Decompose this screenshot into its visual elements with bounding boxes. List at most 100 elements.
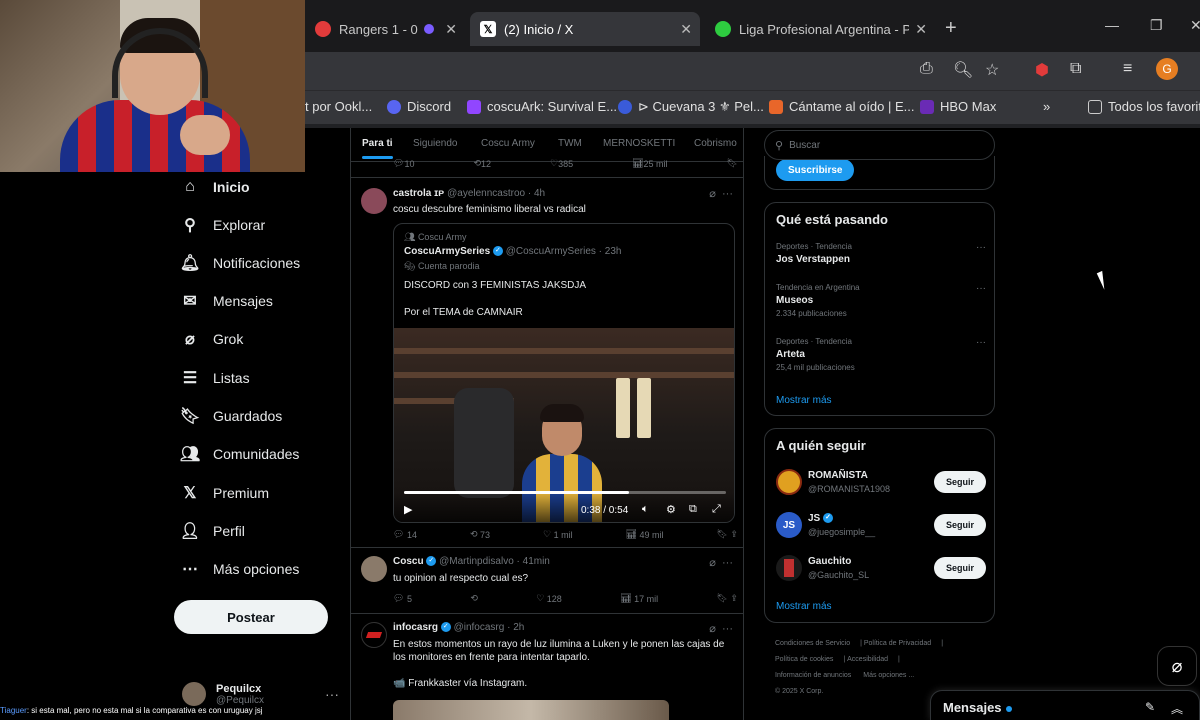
bookmark-coscuark[interactable]: coscuArk: Survival E... [467, 99, 617, 114]
retweet-icon: ⟲ 12 [473, 158, 491, 169]
bookmark-cantame[interactable]: Cántame al oído | E... [769, 99, 915, 114]
avatar[interactable] [361, 556, 387, 582]
nav-notificaciones[interactable]: 🔔︎ Notificaciones [180, 253, 300, 273]
follow-button[interactable]: Seguir [934, 471, 986, 493]
extensions-icon[interactable]: ⧉ [1070, 60, 1081, 78]
tab-para-ti[interactable]: Para ti [362, 138, 393, 159]
profile-avatar[interactable]: G [1156, 58, 1178, 80]
like-icon[interactable]: ♡ 128 [536, 593, 562, 604]
nav-listas[interactable]: ☰ Listas [180, 368, 250, 388]
nav-perfil[interactable]: 👤︎ Perfil [180, 521, 245, 541]
trend-item[interactable]: Deportes · Tendencia Arteta 25,4 mil pub… [776, 337, 986, 372]
nav-mensajes[interactable]: ✉ Mensajes [180, 291, 273, 311]
right-sidebar: Suscribirse ⚲ Buscar Qué está pasando De… [764, 128, 996, 720]
nav-mas-opciones[interactable]: ⋯ Más opciones [180, 559, 299, 579]
nav-guardados[interactable]: 🔖︎ Guardados [180, 406, 282, 426]
like-icon[interactable]: ♡ 1 mil [543, 529, 573, 540]
views-icon[interactable]: 📊︎ 49 mil [626, 529, 664, 540]
browser-tab-liga[interactable]: Liga Profesional Argentina - PO ✕ [705, 12, 935, 46]
tweet-previous[interactable]: 💬︎ 10 ⟲ 12 ♡ 385 📊︎ 25 mil 🔖︎ [351, 158, 743, 178]
bookmark-discord[interactable]: Discord [387, 99, 451, 114]
follow-suggestion[interactable]: Gauchito @Gauchito_SL Seguir [776, 555, 986, 585]
minimize-icon[interactable]: — [1105, 17, 1119, 33]
reply-icon[interactable]: 💬︎ 5 [393, 593, 412, 604]
bookmark-cuevana[interactable]: ⊳ Cuevana 3 ⚜ Pel... [618, 99, 764, 115]
tweet[interactable]: infocasrg ✓ @infocasrg · 2h ⌀ ··· En est… [351, 614, 743, 720]
follow-button[interactable]: Seguir [934, 557, 986, 579]
retweet-icon[interactable]: ⟲ [470, 593, 478, 604]
star-icon[interactable]: ☆ [985, 60, 999, 80]
show-more-link[interactable]: Mostrar más [776, 395, 832, 406]
reply-icon[interactable]: 💬︎ 14 [393, 529, 417, 540]
follow-button[interactable]: Seguir [934, 514, 986, 536]
list-icon: ☰ [182, 370, 198, 387]
grok-and-more-icons[interactable]: ⌀ ··· [709, 187, 733, 200]
profile-icon: 👤︎ [179, 523, 201, 540]
quoted-tweet[interactable]: 👥︎ Coscu Army CoscuArmySeries ✓ @CoscuAr… [393, 223, 735, 523]
bookmark-icon: 🔖︎ [726, 158, 738, 168]
grok-and-more-icons[interactable]: ⌀ ··· [709, 556, 733, 569]
tweet-media[interactable] [393, 700, 669, 720]
retweet-icon[interactable]: ⟲ 73 [470, 529, 490, 540]
settings-icon[interactable]: ⚙ [666, 503, 676, 516]
install-app-icon[interactable]: ⎙ [920, 60, 933, 78]
tab-mernosketti[interactable]: MERNOSKETTI [603, 138, 675, 149]
grok-floating-button[interactable]: ⌀ [1157, 646, 1197, 686]
nav-premium[interactable]: 𝕏 Premium [180, 483, 269, 503]
video-progress-bar[interactable] [404, 491, 726, 494]
browser-tab-rangers[interactable]: Rangers 1 - 0 ✕ [305, 12, 465, 46]
close-icon[interactable]: ✕ [915, 21, 927, 38]
account-switcher[interactable]: Pequilcx @Pequilcx [182, 682, 264, 706]
trend-item[interactable]: Deportes · Tendencia Jos Verstappen ··· [776, 242, 986, 265]
mouse-cursor [1096, 268, 1116, 290]
tab-cobrismo[interactable]: Cobrismo [694, 138, 737, 149]
pip-icon[interactable]: ⧉ [689, 503, 697, 516]
close-icon[interactable]: ✕ [680, 21, 692, 38]
close-window-icon[interactable]: ✕ [1190, 17, 1200, 34]
more-icon[interactable]: ··· [325, 686, 339, 702]
search-input[interactable]: ⚲ Buscar [764, 130, 995, 160]
bookmark-ookla[interactable]: t por Ookl... [305, 99, 372, 114]
avatar[interactable] [361, 188, 387, 214]
bookmark-share-icons[interactable]: 🔖︎ ⇪ [717, 593, 738, 604]
close-icon[interactable]: ✕ [445, 21, 457, 38]
extension-shield-icon[interactable]: ⬢ [1035, 60, 1049, 80]
messages-drawer[interactable]: Mensajes ✎ ︽ [930, 690, 1200, 720]
volume-icon[interactable]: 🔈︎ [642, 503, 649, 516]
subscribe-button[interactable]: Suscribirse [776, 159, 855, 181]
post-button[interactable]: Postear [174, 600, 328, 634]
bookmarks-overflow-icon[interactable]: » [1043, 99, 1050, 114]
fullscreen-icon[interactable]: ⤢ [712, 503, 721, 516]
expand-up-icon[interactable]: ︽ [1171, 700, 1183, 717]
main-feed: Para ti Siguiendo Coscu Army TWM MERNOSK… [350, 128, 744, 720]
webcam-overlay [0, 0, 305, 172]
nav-inicio[interactable]: ⌂ Inicio [180, 177, 249, 197]
tab-siguiendo[interactable]: Siguiendo [413, 138, 457, 149]
grok-and-more-icons[interactable]: ⌀ ··· [709, 622, 733, 635]
nav-grok[interactable]: ⌀ Grok [180, 329, 243, 349]
bookmark-hbo[interactable]: HBO Max [920, 99, 996, 114]
zoom-icon[interactable]: 🔍︎ [953, 60, 973, 80]
bookmark-all-folder[interactable]: Todos los favoritos [1088, 99, 1200, 114]
show-more-link[interactable]: Mostrar más [776, 601, 832, 612]
nav-comunidades[interactable]: 👥︎ Comunidades [180, 444, 300, 464]
video-player[interactable]: ▶ 0:38 / 0:54 🔈︎ ⚙ ⧉ ⤢ [394, 328, 734, 522]
media-icon[interactable]: ≡ [1123, 60, 1132, 78]
follow-suggestion[interactable]: ROMAÑISTA @ROMANISTA1908 Seguir [776, 469, 986, 499]
play-icon[interactable]: ▶ [404, 503, 412, 516]
compose-message-icon[interactable]: ✎ [1145, 700, 1155, 714]
tab-coscu-army[interactable]: Coscu Army [481, 138, 535, 149]
tab-twm[interactable]: TWM [558, 138, 582, 149]
left-sidebar: ⌂ Inicio ⚲ Explorar 🔔︎ Notificaciones ✉ Mens… [0, 172, 350, 720]
trend-item[interactable]: Tendencia en Argentina Museos 2.334 publ… [776, 283, 986, 318]
follow-suggestion[interactable]: JS JS ✓ @juegosimple__ Seguir [776, 512, 986, 542]
bookmark-share-icons[interactable]: 🔖︎ ⇪ [717, 529, 738, 540]
views-icon[interactable]: 📊︎ 17 mil [620, 593, 658, 604]
tweet[interactable]: castrola ɪᴘ @ayelenncastroo · 4h ⌀ ··· c… [351, 178, 743, 548]
tweet[interactable]: Coscu ✓ @Martinpdisalvo · 41min ⌀ ··· tu… [351, 548, 743, 614]
restore-icon[interactable]: ❐ [1150, 17, 1163, 34]
browser-tab-x[interactable]: 𝕏 (2) Inicio / X ✕ [470, 12, 700, 46]
avatar[interactable] [361, 622, 387, 648]
nav-explorar[interactable]: ⚲ Explorar [180, 215, 265, 235]
new-tab-icon[interactable]: + [945, 17, 957, 40]
